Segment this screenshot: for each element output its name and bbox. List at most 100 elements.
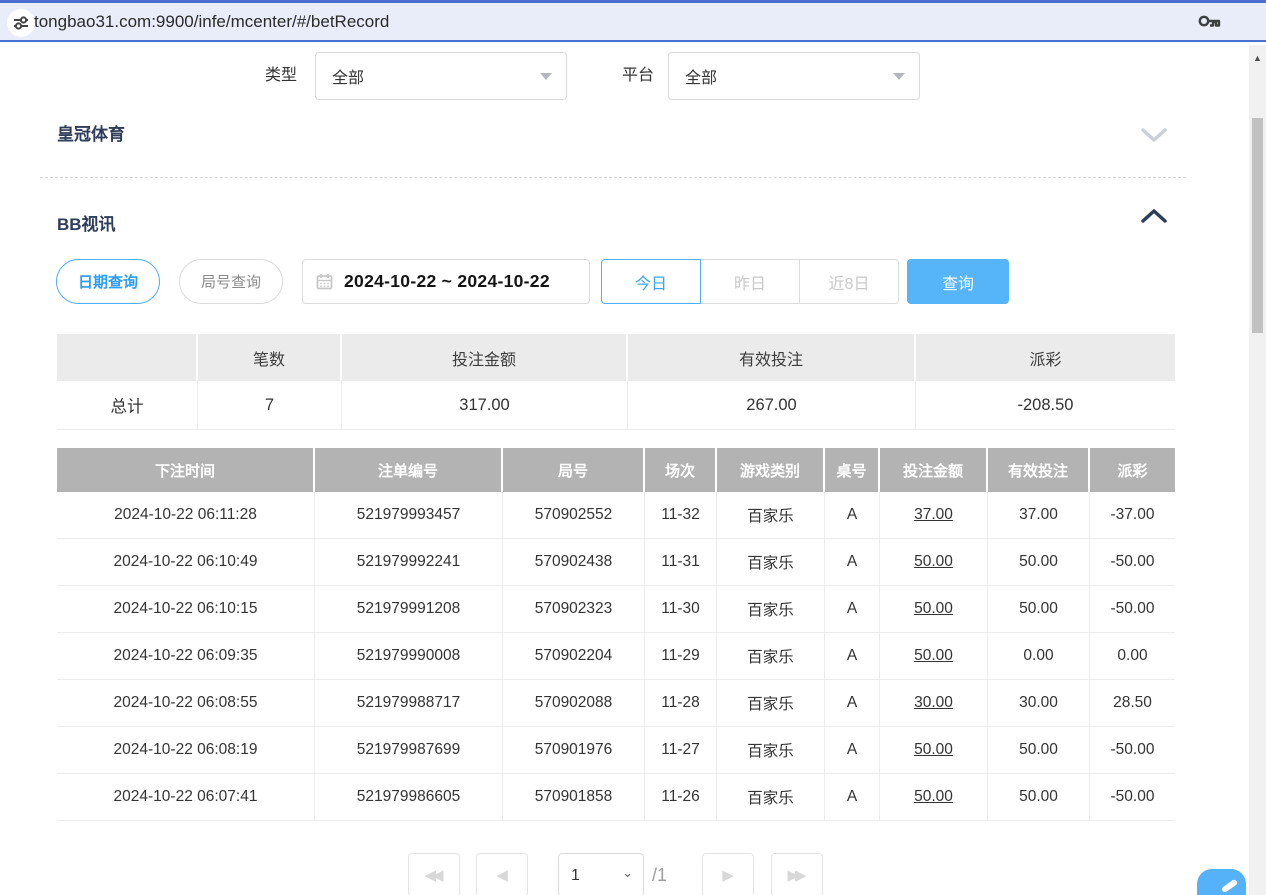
cell-game-type: 百家乐: [717, 774, 825, 820]
cell-valid-bet: 50.00: [988, 539, 1090, 585]
cell-bet-id: 521979988717: [315, 680, 503, 726]
header-game-type: 游戏类别: [717, 448, 825, 492]
last-page-button[interactable]: ▶▶: [771, 853, 823, 895]
first-page-button[interactable]: ◀◀: [408, 853, 460, 895]
cell-bet-id: 521979993457: [315, 492, 503, 538]
header-session: 场次: [645, 448, 717, 492]
quick-last8days-button[interactable]: 近8日: [800, 259, 899, 304]
date-range-input[interactable]: 2024-10-22 ~ 2024-10-22: [302, 259, 590, 304]
header-bet-time: 下注时间: [57, 448, 315, 492]
chevron-down-icon: [540, 73, 552, 80]
cell-bet-amount-link[interactable]: 50.00: [880, 727, 988, 773]
cell-bet-id: 521979986605: [315, 774, 503, 820]
section-title-bb-video[interactable]: BB视讯: [57, 210, 116, 235]
page-select[interactable]: 1: [558, 853, 644, 895]
scroll-up-arrow-icon[interactable]: ▲: [1249, 53, 1266, 63]
cell-bet-amount-link[interactable]: 30.00: [880, 680, 988, 726]
scrollbar-thumb[interactable]: [1252, 118, 1263, 333]
cell-valid-bet: 30.00: [988, 680, 1090, 726]
quick-yesterday-button[interactable]: 昨日: [701, 259, 800, 304]
cell-bet-amount-link[interactable]: 50.00: [880, 539, 988, 585]
cell-payout: 28.50: [1090, 680, 1175, 726]
next-page-button[interactable]: ▶: [702, 853, 754, 895]
summary-header-payout: 派彩: [916, 334, 1175, 381]
platform-filter-select[interactable]: 全部: [668, 52, 920, 100]
vertical-scrollbar[interactable]: ▲: [1249, 45, 1266, 895]
pencil-icon: [1221, 879, 1238, 894]
cell-bet-amount-link[interactable]: 50.00: [880, 633, 988, 679]
summary-count-value: 7: [198, 381, 342, 429]
cell-bet-time: 2024-10-22 06:10:15: [57, 586, 315, 632]
cell-session: 11-32: [645, 492, 717, 538]
summary-header-empty: [57, 334, 198, 381]
cell-game-type: 百家乐: [717, 680, 825, 726]
summary-bet-amount-value: 317.00: [342, 381, 628, 429]
table-row: 2024-10-22 06:09:35 521979990008 5709022…: [57, 633, 1175, 680]
cell-session: 11-31: [645, 539, 717, 585]
cell-bet-time: 2024-10-22 06:08:55: [57, 680, 315, 726]
quick-today-button[interactable]: 今日: [601, 259, 701, 304]
cell-game-type: 百家乐: [717, 492, 825, 538]
bet-record-page: tongbao31.com:9900/infe/mcenter/#/betRec…: [0, 0, 1266, 895]
cell-bet-amount-link[interactable]: 50.00: [880, 586, 988, 632]
quick-date-group: 今日 昨日 近8日: [601, 259, 899, 304]
platform-filter-value: 全部: [685, 64, 717, 88]
table-row: 2024-10-22 06:11:28 521979993457 5709025…: [57, 492, 1175, 539]
chevron-up-icon[interactable]: [1140, 208, 1168, 229]
summary-total-label: 总计: [57, 381, 198, 429]
cell-payout: -50.00: [1090, 774, 1175, 820]
cell-game-type: 百家乐: [717, 539, 825, 585]
cell-payout: -50.00: [1090, 539, 1175, 585]
cell-table-no: A: [825, 586, 880, 632]
section-title-crown-sports[interactable]: 皇冠体育: [57, 120, 125, 145]
summary-table: 笔数 投注金额 有效投注 派彩 总计 7 317.00 267.00 -208.…: [57, 334, 1175, 430]
tab-round-query[interactable]: 局号查询: [179, 259, 283, 304]
cell-round-id: 570902552: [503, 492, 645, 538]
cell-table-no: A: [825, 774, 880, 820]
cell-table-no: A: [825, 492, 880, 538]
tab-date-query[interactable]: 日期查询: [56, 259, 160, 304]
chevron-down-icon[interactable]: [1140, 127, 1168, 148]
cell-session: 11-28: [645, 680, 717, 726]
summary-total-row: 总计 7 317.00 267.00 -208.50: [57, 381, 1175, 430]
cell-valid-bet: 50.00: [988, 586, 1090, 632]
prev-page-button[interactable]: ◀: [476, 853, 528, 895]
tune-icon[interactable]: [7, 9, 35, 37]
cell-session: 11-27: [645, 727, 717, 773]
section-divider: [40, 177, 1186, 178]
cell-bet-time: 2024-10-22 06:10:49: [57, 539, 315, 585]
platform-filter-label: 平台: [622, 52, 654, 100]
cell-game-type: 百家乐: [717, 727, 825, 773]
header-round-id: 局号: [503, 448, 645, 492]
cell-bet-amount-link[interactable]: 37.00: [880, 492, 988, 538]
type-filter-select[interactable]: 全部: [315, 52, 567, 100]
customer-service-widget[interactable]: [1197, 869, 1246, 895]
cell-valid-bet: 0.00: [988, 633, 1090, 679]
url-text[interactable]: tongbao31.com:9900/infe/mcenter/#/betRec…: [34, 3, 389, 40]
key-icon[interactable]: [1197, 11, 1222, 36]
cell-bet-amount-link[interactable]: 50.00: [880, 774, 988, 820]
cell-round-id: 570901976: [503, 727, 645, 773]
cell-bet-id: 521979990008: [315, 633, 503, 679]
cell-valid-bet: 50.00: [988, 774, 1090, 820]
header-bet-amount: 投注金额: [880, 448, 988, 492]
calendar-icon: [316, 273, 333, 290]
browser-address-bar[interactable]: tongbao31.com:9900/infe/mcenter/#/betRec…: [0, 0, 1266, 42]
cell-table-no: A: [825, 633, 880, 679]
cell-table-no: A: [825, 727, 880, 773]
search-button[interactable]: 查询: [907, 259, 1009, 304]
summary-payout-value: -208.50: [916, 381, 1175, 429]
bet-record-table: 下注时间 注单编号 局号 场次 游戏类别 桌号 投注金额 有效投注 派彩 202…: [57, 448, 1175, 821]
cell-session: 11-26: [645, 774, 717, 820]
cell-bet-id: 521979992241: [315, 539, 503, 585]
page-total-label: /1: [652, 853, 667, 895]
chevron-down-icon: [893, 73, 905, 80]
cell-payout: -50.00: [1090, 586, 1175, 632]
cell-round-id: 570902323: [503, 586, 645, 632]
cell-bet-time: 2024-10-22 06:08:19: [57, 727, 315, 773]
date-range-value: 2024-10-22 ~ 2024-10-22: [344, 271, 550, 292]
cell-session: 11-30: [645, 586, 717, 632]
cell-round-id: 570901858: [503, 774, 645, 820]
table-row: 2024-10-22 06:07:41 521979986605 5709018…: [57, 774, 1175, 821]
cell-bet-id: 521979991208: [315, 586, 503, 632]
